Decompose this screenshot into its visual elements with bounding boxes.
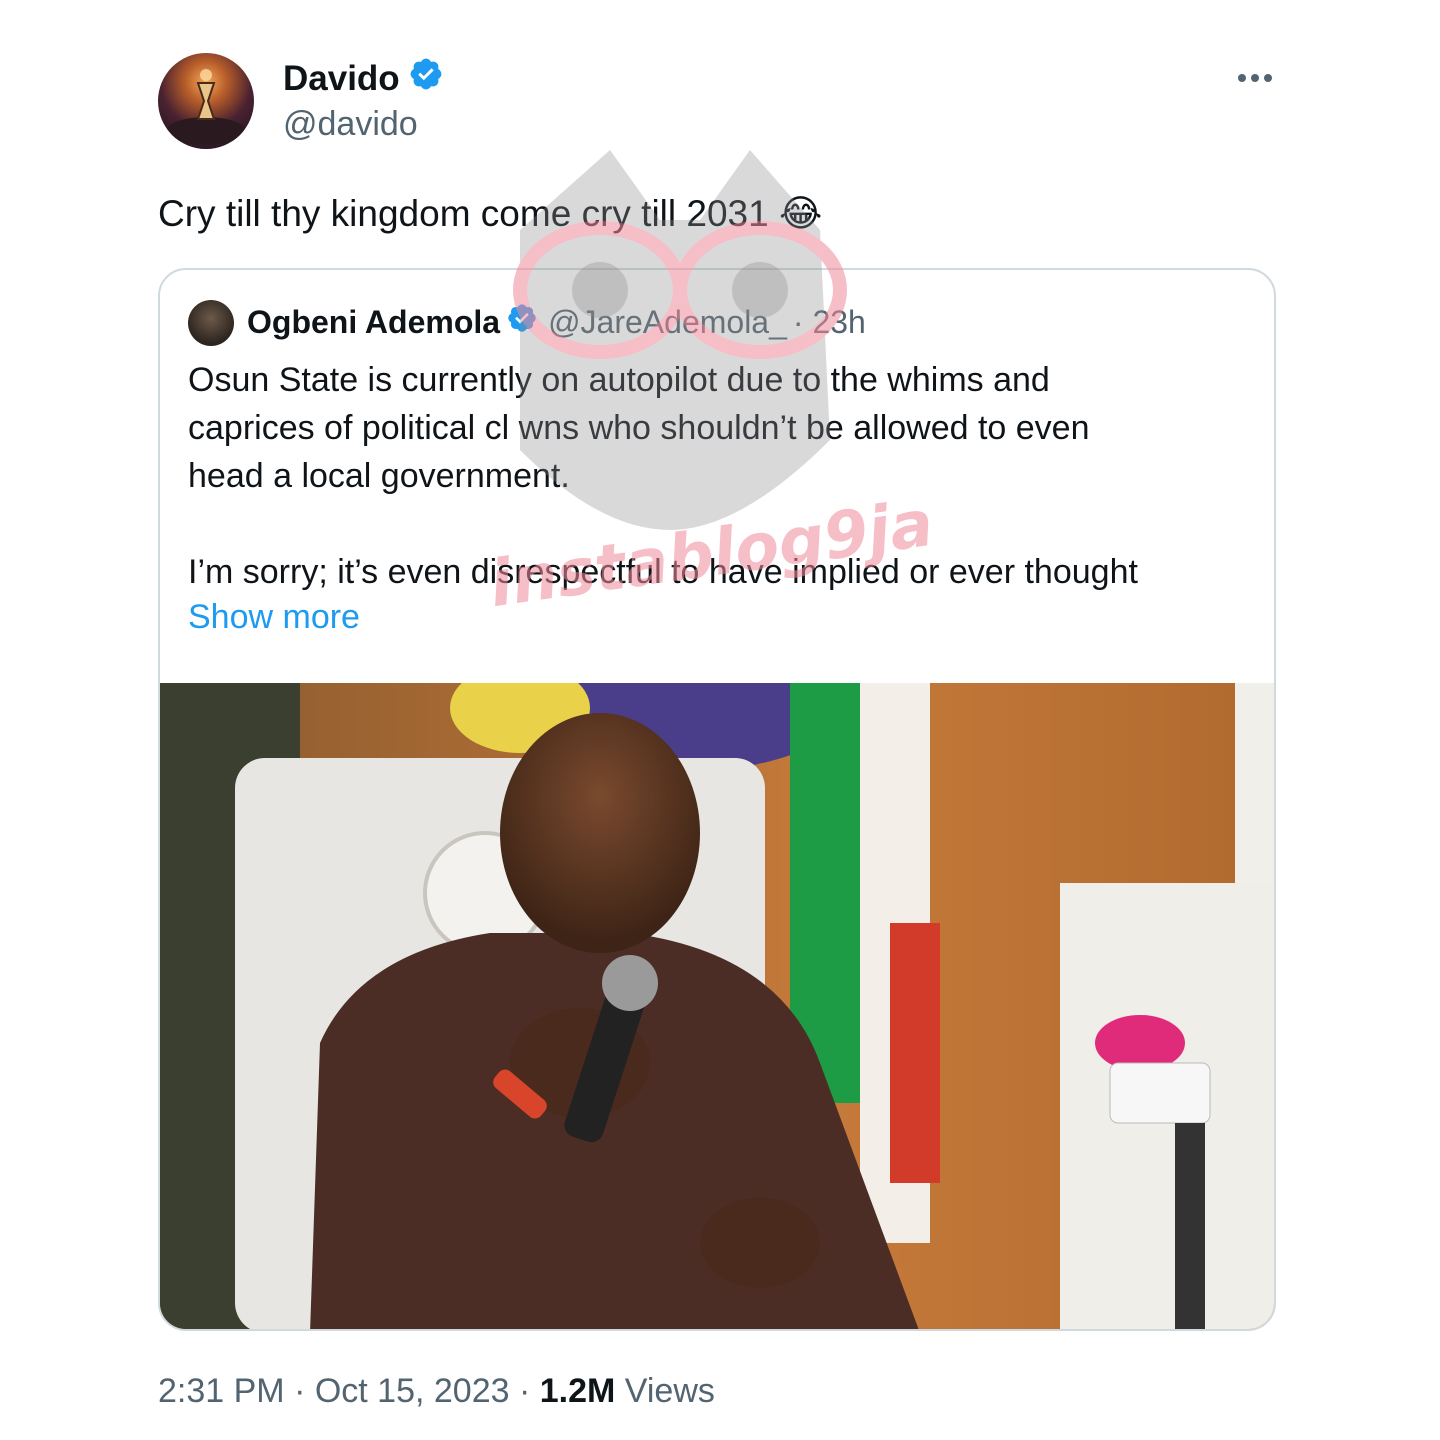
author-name[interactable]: Davido (283, 59, 400, 99)
quoted-body-line: I’m sorry; it’s even disrespectful to ha… (188, 553, 1138, 591)
quoted-body-line: head a local government. (188, 457, 570, 495)
photo-illustration (160, 683, 1274, 1329)
author-avatar[interactable] (158, 53, 254, 149)
quoted-verified-badge-icon (506, 302, 538, 342)
laughing-emoji-icon: 😂 (778, 193, 823, 234)
quoted-body-line: caprices of political cl wns who shouldn… (188, 409, 1090, 447)
more-horizontal-icon (1238, 74, 1272, 82)
tweet-text-content: Cry till thy kingdom come cry till 2031 (158, 193, 769, 234)
views-label: Views (615, 1372, 715, 1410)
author-handle[interactable]: @davido (283, 105, 418, 144)
quoted-author-handle[interactable]: @JareAdemola_ (548, 304, 787, 341)
more-options-button[interactable] (1234, 60, 1276, 96)
meta-separator: · (509, 1372, 540, 1410)
author-name-row[interactable]: Davido (283, 56, 444, 101)
quoted-body-line: Osun State is currently on autopilot due… (188, 361, 1050, 399)
quoted-tweet-time[interactable]: · 23h (793, 304, 866, 341)
views-count: 1.2M (539, 1372, 616, 1410)
quoted-tweet-card[interactable]: Ogbeni Ademola @JareAdemola_ · 23h Osun … (158, 268, 1276, 1331)
tweet-meta: 2:31 PM · Oct 15, 2023 · 1.2M Views (158, 1372, 715, 1411)
quoted-tweet-photo[interactable] (160, 683, 1274, 1329)
quoted-tweet-header: Ogbeni Ademola @JareAdemola_ · 23h (247, 302, 866, 342)
tweet-text: Cry till thy kingdom come cry till 2031 … (158, 190, 822, 238)
quoted-author-avatar[interactable] (188, 300, 234, 346)
tweet-timestamp[interactable]: 2:31 PM · Oct 15, 2023 (158, 1372, 510, 1410)
author-avatar-art (166, 69, 246, 145)
verified-badge-icon (408, 56, 444, 101)
show-more-link[interactable]: Show more (188, 598, 360, 637)
quoted-author-name[interactable]: Ogbeni Ademola (247, 304, 500, 341)
quoted-tweet-body: Osun State is currently on autopilot due… (188, 356, 1258, 596)
